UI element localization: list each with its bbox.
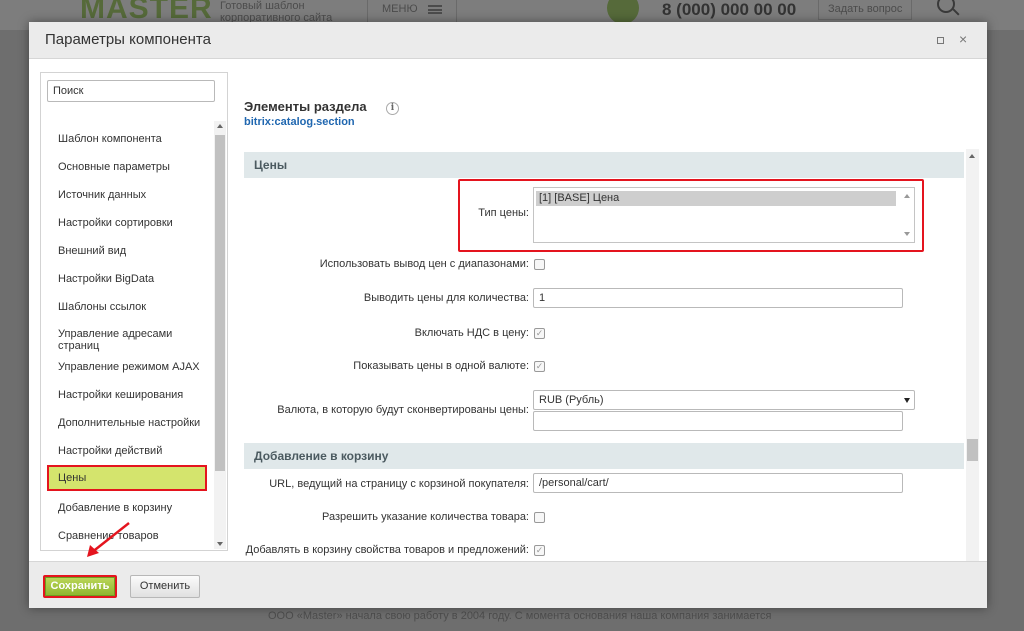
sidebar-item-actions[interactable]: Настройки действий — [47, 438, 207, 464]
component-title: Элементы раздела — [244, 99, 367, 114]
allow-quantity-label: Разрешить указание количества товара: — [322, 511, 529, 523]
sidebar-item-sef[interactable]: Управление адресами страниц — [47, 323, 207, 357]
one-currency-checkbox[interactable]: ✓ — [534, 361, 545, 372]
close-icon[interactable]: × — [959, 31, 967, 47]
sidebar-item-bigdata[interactable]: Настройки BigData — [47, 266, 207, 292]
add-props-label: Добавлять в корзину свойства товаров и п… — [245, 544, 529, 556]
site-menu-button: МЕНЮ — [367, 0, 457, 22]
sidebar-search-input[interactable] — [47, 80, 215, 102]
dialog-header[interactable]: Параметры компонента × — [29, 22, 987, 59]
sidebar-item-template[interactable]: Шаблон компонента — [47, 126, 207, 152]
currency-select[interactable]: RUB (Рубль) — [533, 390, 915, 410]
component-code: bitrix:catalog.section — [244, 116, 355, 128]
params-scrollbar[interactable] — [966, 149, 979, 572]
annotation-arrow — [87, 522, 130, 557]
allow-quantity-checkbox[interactable] — [534, 512, 545, 523]
sidebar-item-appearance[interactable]: Внешний вид — [47, 238, 207, 264]
sidebar-item-data-source[interactable]: Источник данных — [47, 182, 207, 208]
hamburger-icon — [427, 4, 442, 14]
info-icon[interactable]: i — [386, 102, 399, 115]
scroll-down-icon[interactable] — [217, 542, 223, 546]
site-phone: 8 (000) 000 00 00 — [662, 0, 797, 19]
sidebar-item-basket[interactable]: Добавление в корзину — [47, 495, 207, 521]
one-currency-label: Показывать цены в одной валюте: — [353, 360, 529, 372]
cancel-button[interactable]: Отменить — [130, 575, 200, 598]
params-sidebar: Шаблон компонента Основные параметры Ист… — [40, 72, 228, 551]
quantity-input[interactable] — [533, 288, 903, 308]
dialog-body: Шаблон компонента Основные параметры Ист… — [29, 59, 987, 572]
location-pin-icon — [607, 0, 639, 24]
currency-label: Валюта, в которую будут сконвертированы … — [277, 404, 529, 416]
dialog-footer: Сохранить Отменить — [29, 561, 987, 608]
chevron-down-icon — [904, 398, 910, 403]
site-tagline: Готовый шаблон корпоративного сайта — [220, 0, 333, 24]
scroll-up-icon[interactable] — [217, 124, 223, 128]
scroll-up-icon[interactable] — [969, 154, 975, 158]
search-icon — [937, 0, 955, 13]
params-main: Элементы раздела i bitrix:catalog.sectio… — [244, 59, 981, 572]
section-basket: Добавление в корзину — [244, 443, 964, 469]
currency-select-value: RUB (Рубль) — [539, 394, 604, 406]
component-params-dialog: Параметры компонента × Шаблон компонента… — [29, 22, 987, 608]
add-props-checkbox[interactable]: ✓ — [534, 545, 545, 556]
sidebar-item-sorting[interactable]: Настройки сортировки — [47, 210, 207, 236]
scrollbar-thumb[interactable] — [215, 135, 225, 471]
use-ranges-label: Использовать вывод цен с диапазонами: — [319, 258, 529, 270]
basket-url-input[interactable] — [533, 473, 903, 493]
quantity-label: Выводить цены для количества: — [363, 292, 529, 304]
vat-label: Включать НДС в цену: — [414, 327, 529, 339]
save-button[interactable]: Сохранить — [43, 575, 117, 598]
maximize-icon[interactable] — [937, 37, 944, 44]
sidebar-item-ajax[interactable]: Управление режимом AJAX — [47, 354, 207, 380]
currency-extra-input[interactable] — [533, 411, 903, 431]
sidebar-item-additional[interactable]: Дополнительные настройки — [47, 410, 207, 436]
use-ranges-checkbox[interactable] — [534, 259, 545, 270]
ask-question-button: Задать вопрос — [818, 0, 913, 20]
section-prices: Цены — [244, 152, 964, 178]
site-menu-label: МЕНЮ — [382, 3, 418, 15]
params-scroll-area: Цены Тип цены: [1] [BASE] Цена Использов… — [244, 149, 979, 564]
sidebar-scrollbar[interactable] — [214, 121, 226, 549]
sidebar-item-basic[interactable]: Основные параметры — [47, 154, 207, 180]
vat-checkbox[interactable]: ✓ — [534, 328, 545, 339]
site-footer-text: ООО «Master» начала свою работу в 2004 г… — [268, 610, 772, 622]
price-type-highlight — [458, 179, 924, 252]
sidebar-item-cache[interactable]: Настройки кеширования — [47, 382, 207, 408]
scrollbar-thumb[interactable] — [967, 439, 978, 461]
dialog-title: Параметры компонента — [45, 31, 211, 48]
sidebar-item-link-templates[interactable]: Шаблоны ссылок — [47, 294, 207, 320]
basket-url-label: URL, ведущий на страницу с корзиной поку… — [269, 478, 529, 490]
sidebar-item-prices[interactable]: Цены — [47, 465, 207, 491]
